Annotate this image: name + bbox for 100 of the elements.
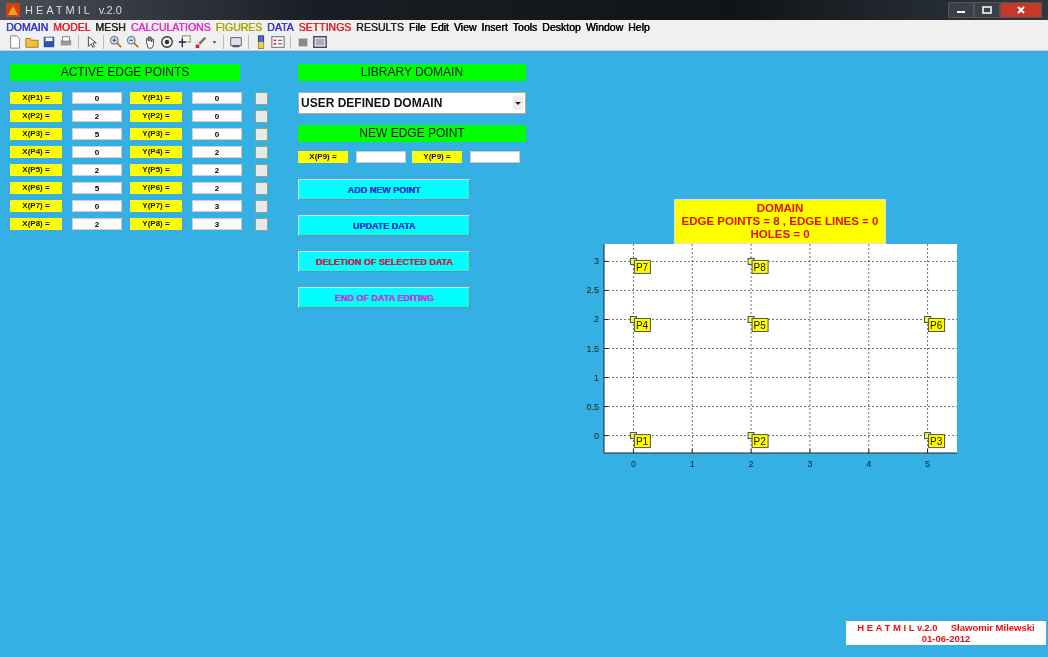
legend-icon[interactable] [271, 34, 285, 49]
menu-item[interactable]: RESULTS [356, 20, 404, 33]
x-value-field[interactable]: 5 [72, 182, 122, 194]
point-label: P8 [751, 259, 769, 274]
zoom-out-icon[interactable] [126, 34, 140, 49]
section-header: LIBRARY DOMAIN [298, 64, 526, 81]
y-value-field[interactable]: 2 [192, 164, 242, 176]
close-button[interactable] [1000, 2, 1042, 18]
point-label: P4 [633, 317, 651, 332]
checkbox[interactable] [255, 181, 268, 195]
action-button[interactable]: ADD NEW POINT [298, 179, 470, 200]
menu-item[interactable]: MODEL [53, 20, 91, 33]
coordinate-label: Y(P1) = [130, 92, 182, 104]
minimize-button[interactable] [948, 2, 974, 18]
coordinate-label: X(P2) = [10, 110, 62, 122]
coordinate-label: Y(P9) = [412, 151, 462, 163]
point-label: P3 [928, 434, 946, 449]
y-tick-label: 3 [594, 256, 599, 267]
rotate-icon[interactable] [160, 34, 174, 49]
y-value-field[interactable]: 0 [192, 128, 242, 140]
window-version: v.2.0 [98, 4, 122, 16]
checkbox[interactable] [255, 163, 268, 177]
close-icon [1016, 6, 1026, 14]
y-value-field[interactable]: 3 [192, 218, 242, 230]
menu-item[interactable]: CALCULATIONS [130, 20, 211, 33]
section-header: NEW EDGE POINT [298, 125, 526, 142]
menu-item[interactable]: Help [628, 20, 650, 33]
point-label: P2 [751, 434, 769, 449]
x-tick-label: 5 [925, 459, 931, 469]
app-icon [6, 3, 20, 17]
x-tick-label: 4 [866, 459, 872, 469]
coordinate-label: X(P5) = [10, 164, 62, 176]
section-header: ACTIVE EDGE POINTS [10, 64, 240, 81]
y-tick-label: 1 [594, 372, 599, 383]
new-file-icon[interactable] [8, 34, 22, 49]
y-tick-label: 0 [594, 430, 599, 441]
y-tick-label: 2 [594, 314, 599, 325]
x-value-field[interactable]: 2 [72, 110, 122, 122]
y-value-field[interactable] [470, 151, 520, 163]
y-value-field[interactable]: 3 [192, 200, 242, 212]
action-button[interactable]: UPDATE DATA [298, 215, 470, 236]
y-tick-label: 0.5 [586, 401, 599, 412]
x-value-field[interactable]: 2 [72, 164, 122, 176]
y-value-field[interactable]: 0 [192, 92, 242, 104]
data-cursor-icon[interactable] [177, 34, 191, 49]
x-value-field[interactable]: 0 [72, 146, 122, 158]
menu-item[interactable]: Insert [481, 20, 508, 33]
checkbox[interactable] [255, 199, 268, 213]
x-value-field[interactable] [356, 151, 406, 163]
menu-item[interactable]: MESH [95, 20, 126, 33]
coordinate-label: Y(P3) = [130, 128, 182, 140]
maximize-icon [982, 6, 992, 14]
menu-item[interactable]: Edit [430, 20, 449, 33]
caret-icon [513, 96, 523, 110]
x-value-field[interactable]: 0 [72, 92, 122, 104]
coordinate-label: X(P3) = [10, 128, 62, 140]
coordinate-label: Y(P5) = [130, 164, 182, 176]
y-value-field[interactable]: 2 [192, 182, 242, 194]
chart-title: DOMAIN EDGE POINTS = 8 , EDGE LINES = 0 HOLES = 0 [674, 199, 886, 244]
menu-item[interactable]: Desktop [542, 20, 581, 33]
save-icon[interactable] [42, 34, 56, 49]
point-label: P6 [928, 317, 946, 332]
coordinate-label: Y(P8) = [130, 218, 182, 230]
menu-item[interactable]: File [408, 20, 426, 33]
print-icon[interactable] [59, 34, 73, 49]
coordinate-label: Y(P7) = [130, 200, 182, 212]
checkbox[interactable] [255, 217, 268, 231]
brush-icon[interactable] [194, 34, 208, 49]
coordinate-label: X(P6) = [10, 182, 62, 194]
checkbox[interactable] [255, 91, 268, 105]
point-label: P1 [633, 434, 651, 449]
coordinate-label: Y(P4) = [130, 146, 182, 158]
y-tick-label: 1.5 [586, 343, 599, 354]
coordinate-label: X(P8) = [10, 218, 62, 230]
menu-item[interactable]: Window [585, 20, 623, 33]
menu-item[interactable]: SETTINGS [298, 20, 352, 33]
coordinate-label: X(P7) = [10, 200, 62, 212]
checkbox[interactable] [255, 109, 268, 123]
checkbox[interactable] [255, 145, 268, 159]
action-button[interactable]: DELETION OF SELECTED DATA [298, 251, 470, 272]
x-tick-label: 2 [748, 459, 754, 469]
x-value-field[interactable]: 5 [72, 128, 122, 140]
menu-item[interactable]: View [453, 20, 477, 33]
hand-icon[interactable] [143, 34, 157, 49]
window-icon[interactable] [313, 34, 327, 49]
menu-item[interactable]: DATA [267, 20, 294, 33]
maximize-button[interactable] [974, 2, 1000, 18]
x-tick-label: 3 [807, 459, 813, 469]
x-value-field[interactable]: 0 [72, 200, 122, 212]
menu-item[interactable]: DOMAIN [6, 20, 48, 33]
menu-item[interactable]: Tools [512, 20, 538, 33]
x-value-field[interactable]: 2 [72, 218, 122, 230]
domain-dropdown[interactable]: USER DEFINED DOMAIN [298, 92, 526, 114]
y-value-field[interactable]: 2 [192, 146, 242, 158]
point-label: P5 [751, 317, 769, 332]
coordinate-label: Y(P2) = [130, 110, 182, 122]
checkbox[interactable] [255, 127, 268, 141]
window-title: HEATMIL [25, 4, 93, 16]
y-value-field[interactable]: 0 [192, 110, 242, 122]
zoom-in-icon[interactable] [109, 34, 123, 49]
